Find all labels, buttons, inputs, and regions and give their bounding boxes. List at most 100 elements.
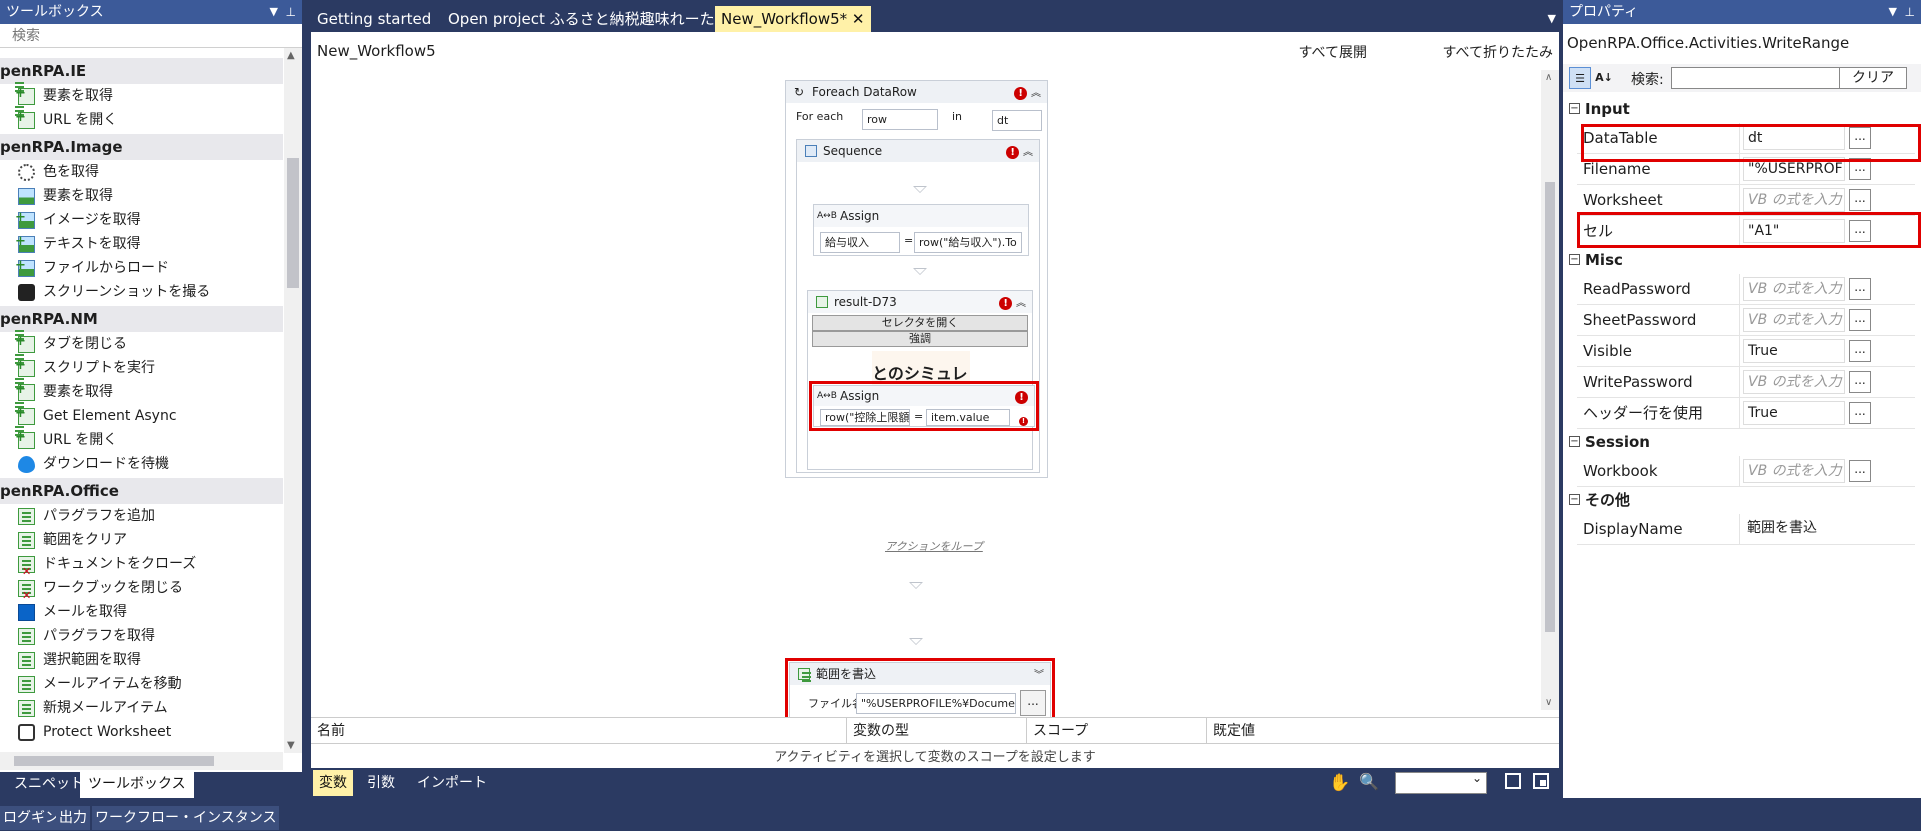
toolbox-item[interactable]: ワークブックを閉じる: [0, 576, 283, 600]
property-value-input[interactable]: VB の式を入力: [1743, 188, 1845, 212]
column-name[interactable]: 名前: [311, 718, 847, 744]
assign-header[interactable]: A↔B Assign: [814, 205, 1028, 227]
toolbox-item[interactable]: 範囲をクリア: [0, 528, 283, 552]
scroll-thumb[interactable]: [287, 158, 299, 288]
property-row[interactable]: ReadPassword VB の式を入力...: [1577, 274, 1915, 305]
toolbox-menu-icon[interactable]: ▼: [270, 0, 278, 24]
toolbox-item[interactable]: スクリプトを実行: [0, 354, 283, 380]
highlight-button[interactable]: 強調: [812, 331, 1028, 347]
collapse-icon[interactable]: −: [1569, 103, 1580, 114]
tab-imports[interactable]: インポート: [411, 770, 493, 796]
foreach-source-field[interactable]: dt: [992, 110, 1042, 131]
collapse-icon[interactable]: −: [1569, 494, 1580, 505]
property-value-input[interactable]: VB の式を入力: [1743, 277, 1845, 301]
toolbox-vertical-scrollbar[interactable]: ▲ ▼: [284, 48, 302, 753]
loop-action-link[interactable]: アクションをループ: [885, 538, 983, 554]
toolbox-item[interactable]: Get Element Async: [0, 402, 283, 428]
property-row[interactable]: ヘッダー行を使用 True...: [1577, 398, 1915, 429]
toolbox-item[interactable]: メールアイテムを移動: [0, 672, 283, 696]
toolbox-category[interactable]: penRPA.NM: [0, 306, 283, 332]
scroll-up-icon[interactable]: ▲: [287, 50, 295, 61]
close-icon[interactable]: ✕: [852, 10, 865, 28]
zoom-select[interactable]: [1395, 771, 1487, 794]
toolbox-category[interactable]: penRPA.IE: [0, 58, 283, 84]
tab-new-workflow5[interactable]: New_Workflow5* ✕: [715, 6, 871, 32]
tab-toolbox[interactable]: ツールボックス: [80, 772, 194, 798]
collapse-icon[interactable]: ︽: [1023, 147, 1033, 158]
tab-output[interactable]: 出力: [56, 806, 90, 830]
property-value-input[interactable]: VB の式を入力: [1743, 370, 1845, 394]
clear-button[interactable]: クリア: [1839, 67, 1907, 89]
drop-target-arrow[interactable]: [909, 638, 923, 645]
toolbox-search-input[interactable]: 検索: [0, 24, 302, 48]
toolbox-item[interactable]: メールを取得: [0, 600, 283, 624]
toolbox-item[interactable]: 要素を取得: [0, 82, 283, 108]
tab-workflow-instances[interactable]: ワークフロー・インスタンス: [92, 806, 280, 830]
drop-target-arrow[interactable]: [913, 186, 927, 193]
assign-to-field[interactable]: 給与収入: [820, 232, 900, 253]
property-search-input[interactable]: [1671, 67, 1841, 89]
column-type[interactable]: 変数の型: [847, 718, 1027, 744]
expand-all-link[interactable]: すべて展開: [1299, 42, 1367, 62]
toolbox-item[interactable]: スクリーンショットを撮る: [0, 280, 283, 304]
fit-to-screen-icon[interactable]: [1505, 773, 1521, 789]
scroll-down-icon[interactable]: ▼: [287, 740, 295, 751]
toolbox-item[interactable]: URL を開く: [0, 426, 283, 452]
pan-hand-icon[interactable]: ✋: [1329, 773, 1350, 793]
toolbox-horizontal-scrollbar[interactable]: [0, 752, 283, 770]
expression-editor-button[interactable]: ...: [1849, 278, 1871, 300]
toolbox-item[interactable]: パラグラフを取得: [0, 624, 283, 648]
property-row[interactable]: Workbook VB の式を入力...: [1577, 456, 1915, 487]
foreach-header[interactable]: ↻ Foreach DataRow ! ︽: [786, 81, 1047, 103]
property-category[interactable]: − Session: [1563, 429, 1921, 455]
tab-list-dropdown-icon[interactable]: ▼: [1548, 6, 1556, 32]
property-value-input[interactable]: 範囲を書込: [1743, 517, 1913, 541]
toolbox-item[interactable]: 新規メールアイテム: [0, 696, 283, 720]
property-value-input[interactable]: VB の式を入力: [1743, 308, 1845, 332]
toolbox-item[interactable]: イメージを取得: [0, 206, 283, 232]
toolbox-item[interactable]: URL を開く: [0, 106, 283, 132]
tab-getting-started[interactable]: Getting started: [311, 6, 437, 32]
collapse-all-link[interactable]: すべて折りたたみ: [1443, 42, 1553, 62]
toolbox-item[interactable]: ファイルからロード: [0, 254, 283, 280]
open-selector-button[interactable]: セレクタを開く: [812, 315, 1028, 331]
toolbox-item[interactable]: ドキュメントをクローズ: [0, 552, 283, 576]
collapse-icon[interactable]: −: [1569, 254, 1580, 265]
scroll-thumb[interactable]: [1545, 182, 1555, 632]
toolbox-item[interactable]: 色を取得: [0, 160, 283, 184]
expression-editor-button[interactable]: ...: [1849, 189, 1871, 211]
property-row[interactable]: DisplayName 範囲を書込: [1577, 514, 1915, 545]
property-category[interactable]: − その他: [1563, 487, 1921, 513]
property-row[interactable]: Visible True...: [1577, 336, 1915, 367]
collapse-icon[interactable]: ︽: [1016, 298, 1026, 309]
sort-az-icon[interactable]: A↓: [1593, 67, 1615, 89]
properties-menu-icon[interactable]: ▼: [1889, 0, 1897, 24]
scroll-down-icon[interactable]: ∨: [1545, 697, 1552, 708]
property-value-input[interactable]: True: [1743, 401, 1845, 425]
column-scope[interactable]: スコープ: [1027, 718, 1207, 744]
toolbox-item[interactable]: 要素を取得: [0, 378, 283, 404]
property-category[interactable]: − Input: [1563, 96, 1921, 122]
expression-editor-button[interactable]: ...: [1849, 402, 1871, 424]
sequence-header[interactable]: Sequence ! ︽: [797, 140, 1039, 162]
expression-editor-button[interactable]: ...: [1849, 460, 1871, 482]
pin-icon[interactable]: ⊥: [1905, 0, 1915, 24]
tab-arguments[interactable]: 引数: [361, 770, 401, 796]
collapse-icon[interactable]: ︽: [1031, 88, 1041, 99]
toolbox-category[interactable]: penRPA.Image: [0, 134, 283, 160]
toolbox-category[interactable]: penRPA.Office: [0, 478, 283, 504]
collapse-icon[interactable]: −: [1569, 436, 1580, 447]
property-value-input[interactable]: VB の式を入力: [1743, 459, 1845, 483]
foreach-item-field[interactable]: row: [862, 109, 938, 130]
toolbox-item[interactable]: タブを閉じる: [0, 330, 283, 356]
pin-icon[interactable]: ⊥: [286, 0, 296, 24]
toolbox-item[interactable]: Protect Worksheet: [0, 720, 283, 744]
expression-editor-button[interactable]: ...: [1849, 340, 1871, 362]
designer-vertical-scrollbar[interactable]: ∧ ∨: [1541, 70, 1559, 710]
designer-canvas[interactable]: ↻ Foreach DataRow ! ︽ For each row in dt…: [311, 70, 1541, 726]
property-category[interactable]: − Misc: [1563, 247, 1921, 273]
assign-value-field[interactable]: row("給与収入").To: [914, 232, 1022, 253]
property-row[interactable]: SheetPassword VB の式を入力...: [1577, 305, 1915, 336]
result-activity[interactable]: result-D73 ! ︽ セレクタを開く 強調 とのシミュレ: [807, 290, 1033, 470]
drop-target-arrow[interactable]: [913, 268, 927, 275]
